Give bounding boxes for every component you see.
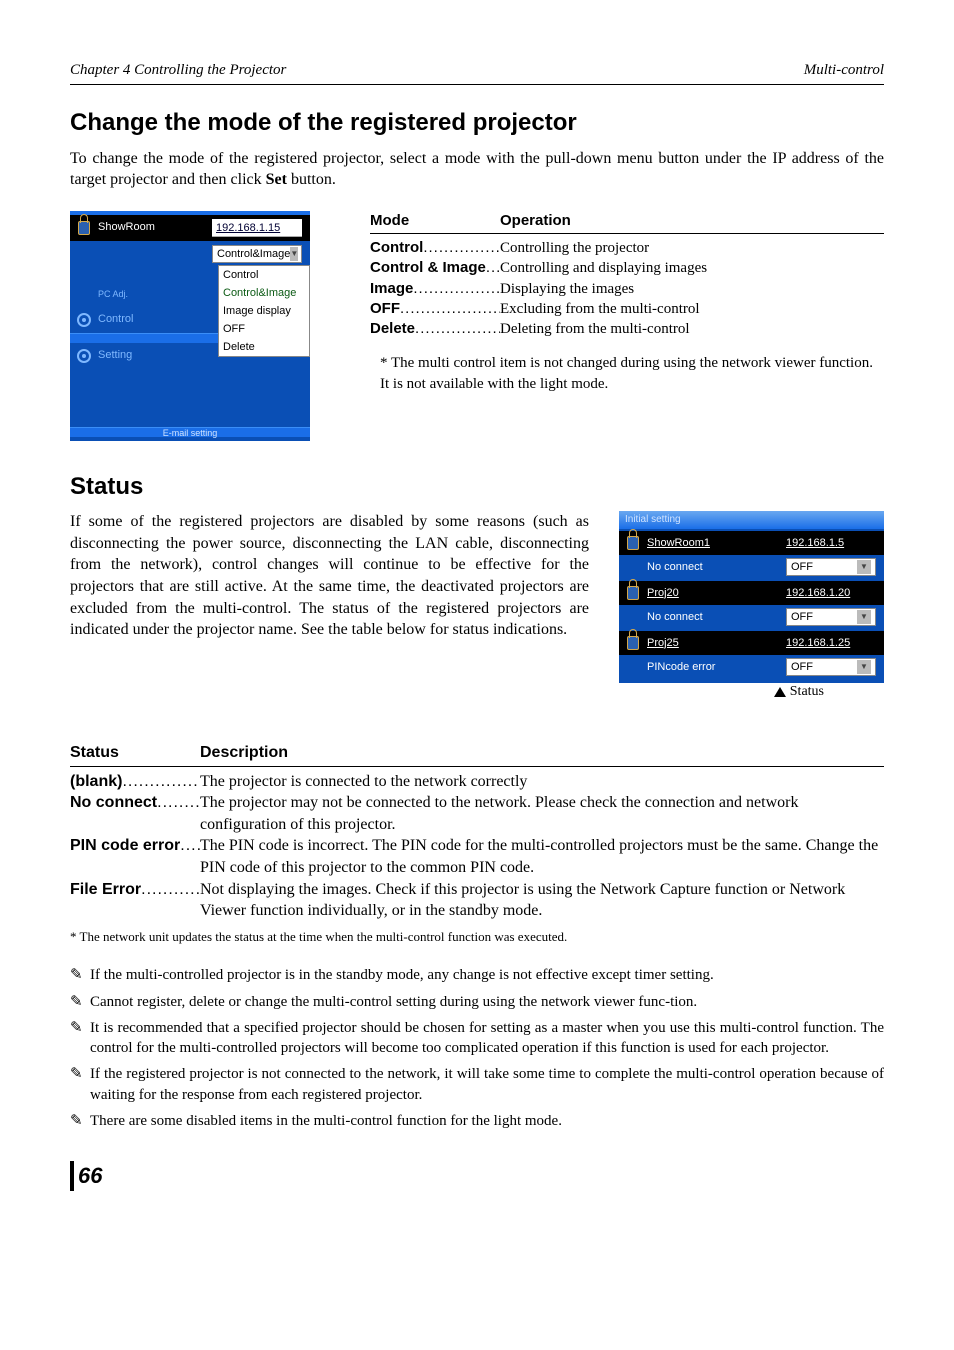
pencil-icon: ✎: [70, 992, 90, 1012]
chapter-label: Chapter 4 Controlling the Projector: [70, 60, 286, 80]
projector-name: ShowRoom: [98, 220, 212, 235]
status-callout: Status: [619, 683, 884, 702]
status-mode-select[interactable]: OFF▼: [786, 558, 876, 576]
change-mode-intro: To change the mode of the registered pro…: [70, 148, 884, 191]
control-icon: [70, 313, 98, 327]
mode-option[interactable]: OFF: [219, 320, 309, 338]
mode-option[interactable]: Delete: [219, 338, 309, 356]
status-small-note: * The network unit updates the status at…: [70, 928, 884, 946]
status-mode-select[interactable]: OFF▼: [786, 658, 876, 676]
chevron-down-icon: ▼: [857, 610, 871, 624]
page-header: Chapter 4 Controlling the Projector Mult…: [70, 60, 884, 85]
change-mode-title: Change the mode of the registered projec…: [70, 107, 884, 139]
mode-option-selected[interactable]: Control&Image: [219, 284, 309, 302]
status-title: Status: [70, 471, 884, 503]
status-mode-select[interactable]: OFF▼: [786, 608, 876, 626]
mode-option[interactable]: Control: [219, 266, 309, 284]
lock-icon: [619, 586, 647, 600]
mode-select[interactable]: Control&Image ▼: [212, 245, 302, 263]
email-setting-link[interactable]: E-mail setting: [70, 427, 310, 437]
lock-icon: [619, 636, 647, 650]
mode-footnote: * The multi control item is not changed …: [380, 353, 884, 394]
chevron-down-icon: ▼: [857, 560, 871, 574]
section-label: Multi-control: [804, 60, 884, 80]
lock-icon: [619, 536, 647, 550]
status-paragraph: If some of the registered projectors are…: [70, 511, 589, 641]
initial-setting-bar: Initial setting: [619, 511, 884, 529]
mode-operation-table: ModeOperation ControlControlling the pro…: [370, 211, 884, 441]
status-description-table: StatusDescription (blank)The projector i…: [70, 742, 884, 922]
projector-ip: 192.168.1.15: [212, 219, 302, 237]
mode-option[interactable]: Image display: [219, 302, 309, 320]
chevron-down-icon: ▼: [857, 660, 871, 674]
pencil-icon: ✎: [70, 1064, 90, 1105]
pencil-icon: ✎: [70, 1111, 90, 1131]
chevron-down-icon: ▼: [290, 247, 298, 261]
mode-dropdown-screenshot: ShowRoom 192.168.1.15 Control&Image ▼ Co…: [70, 211, 310, 441]
footnotes: ✎If the multi-controlled projector is in…: [70, 965, 884, 1131]
page-number: 66: [70, 1161, 884, 1191]
arrow-up-icon: [774, 687, 786, 697]
setting-icon: [70, 349, 98, 363]
lock-icon: [70, 221, 98, 235]
mode-dropdown-list[interactable]: Control Control&Image Image display OFF …: [218, 265, 310, 357]
pencil-icon: ✎: [70, 965, 90, 985]
status-screenshot: Initial setting ShowRoom1192.168.1.5 No …: [619, 511, 884, 702]
pencil-icon: ✎: [70, 1018, 90, 1059]
